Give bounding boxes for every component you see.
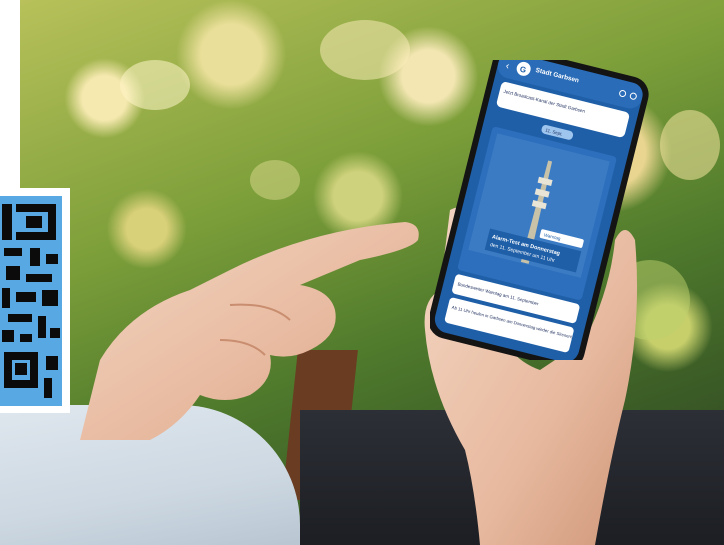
bokeh-highlight (250, 160, 300, 200)
bokeh-highlight (660, 110, 720, 180)
qr-card (0, 188, 70, 413)
pointing-hand (80, 222, 419, 440)
qr-code-icon[interactable] (0, 196, 62, 406)
photo-scene: ‹ G Stadt Garbsen Jetzt Broadcast-Kanal … (0, 0, 724, 545)
bokeh-highlight (320, 20, 410, 80)
bokeh-highlight (120, 60, 190, 110)
smartphone: ‹ G Stadt Garbsen Jetzt Broadcast-Kanal … (430, 60, 649, 360)
